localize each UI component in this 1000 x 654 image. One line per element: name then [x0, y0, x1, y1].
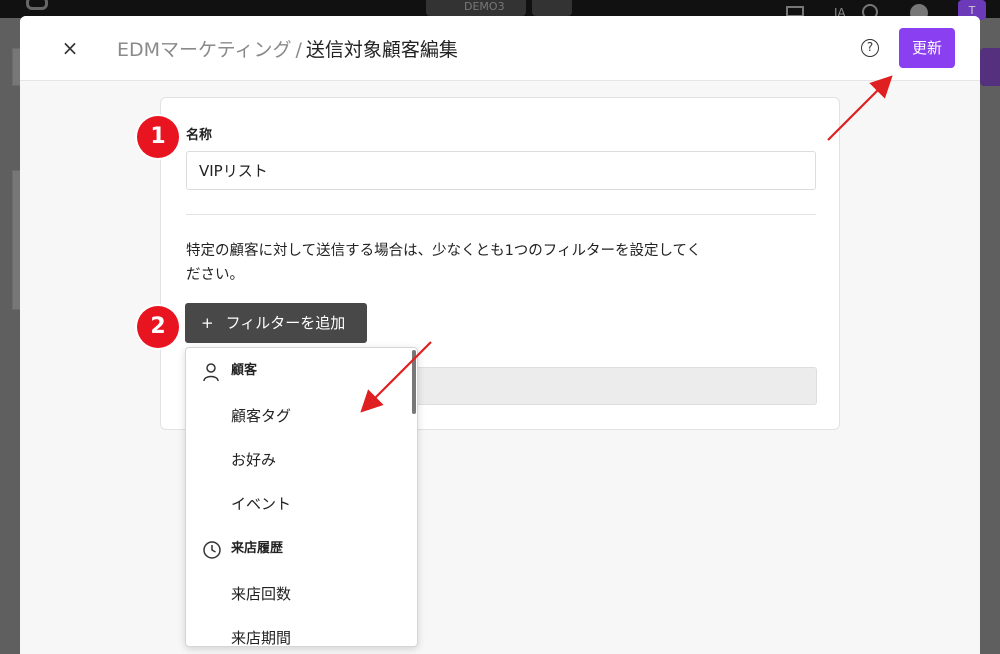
breadcrumb: EDMマーケティング / 送信対象顧客編集: [117, 35, 458, 62]
app-logo: [26, 0, 48, 10]
breadcrumb-parent[interactable]: EDMマーケティング: [117, 39, 292, 61]
dropdown-group-visit-history: 来店履歴: [186, 526, 417, 572]
dropdown-item-customer-tag[interactable]: 顧客タグ: [186, 394, 417, 438]
environment-chip[interactable]: DEMO3: [426, 0, 526, 16]
person-icon: [203, 363, 219, 381]
close-icon[interactable]: ×: [60, 36, 80, 60]
dropdown-group-label: 顧客: [231, 363, 258, 378]
annotation-badge-2: 2: [137, 306, 179, 348]
add-filter-label: フィルターを追加: [225, 314, 346, 332]
clock-icon: [203, 541, 221, 559]
breadcrumb-separator: /: [295, 39, 302, 61]
name-input[interactable]: [186, 151, 816, 190]
annotation-badge-1: 1: [137, 116, 179, 158]
page-title: 送信対象顧客編集: [305, 39, 458, 61]
update-button[interactable]: 更新: [899, 28, 955, 68]
divider: [186, 214, 816, 215]
dropdown-item-preference[interactable]: お好み: [186, 438, 417, 482]
dropdown-group-customer: 顧客: [186, 348, 417, 394]
modal-header: × EDMマーケティング / 送信対象顧客編集 ? 更新: [20, 16, 980, 81]
filter-dropdown-menu: 顧客 顧客タグ お好み イベント 来店履歴 来店回数 来店期間: [185, 347, 418, 647]
name-label: 名称: [186, 128, 213, 143]
dropdown-item-visit-count[interactable]: 来店回数: [186, 572, 417, 616]
plus-icon: +: [201, 314, 214, 332]
dropdown-item-visit-period[interactable]: 来店期間: [186, 616, 417, 646]
search-icon[interactable]: [532, 0, 572, 16]
dropdown-item-event[interactable]: イベント: [186, 482, 417, 526]
filter-help-text: 特定の顧客に対して送信する場合は、少なくとも1つのフィルターを設定してください。: [186, 243, 702, 283]
dropdown-group-label: 来店履歴: [231, 541, 284, 556]
help-icon[interactable]: ?: [861, 39, 879, 57]
add-filter-button[interactable]: + フィルターを追加: [185, 303, 367, 343]
background-accent-button: [980, 48, 1000, 86]
